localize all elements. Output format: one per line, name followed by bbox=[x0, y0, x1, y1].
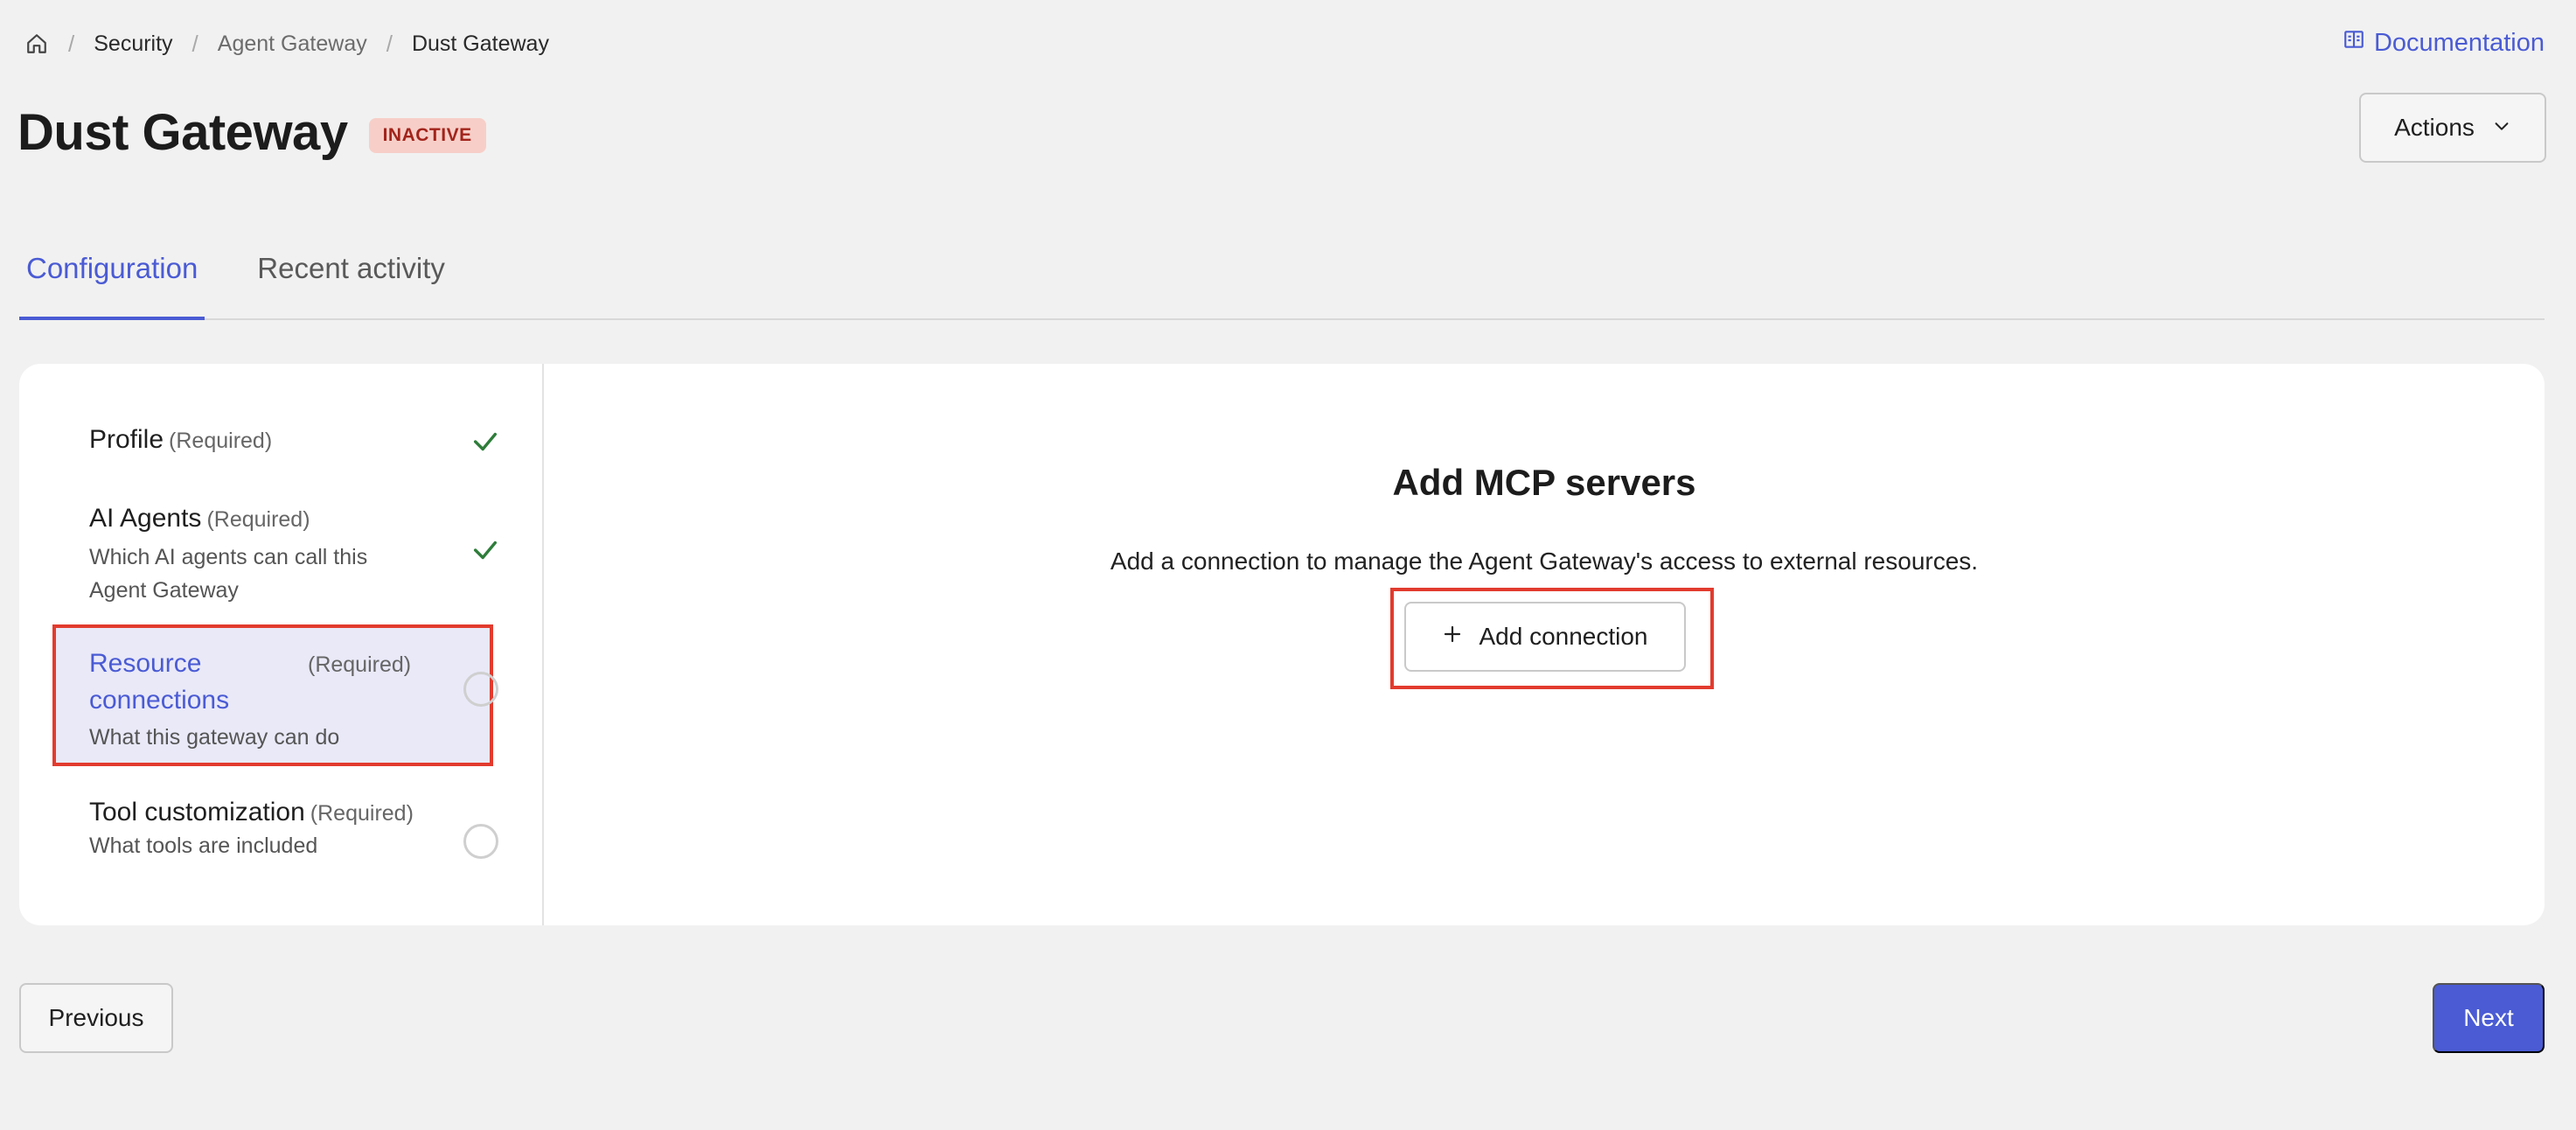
actions-label: Actions bbox=[2394, 114, 2475, 141]
checkmark-icon bbox=[470, 535, 500, 565]
section-description: Add a connection to manage the Agent Gat… bbox=[1110, 548, 1979, 575]
step-tool-customization[interactable]: Tool customization (Required) What tools … bbox=[89, 798, 500, 862]
step-required: (Required) bbox=[169, 429, 273, 453]
previous-button[interactable]: Previous bbox=[19, 983, 173, 1053]
checkmark-icon bbox=[470, 427, 500, 457]
plus-icon bbox=[1442, 623, 1463, 651]
step-resource-connections[interactable]: Resource connections (Required) What thi… bbox=[89, 645, 500, 754]
step-name: Tool customization bbox=[89, 798, 305, 827]
step-required: (Required) bbox=[206, 507, 310, 532]
actions-button[interactable]: Actions bbox=[2359, 93, 2546, 163]
breadcrumb-agent-gateway[interactable]: Agent Gateway bbox=[218, 31, 367, 57]
step-required: (Required) bbox=[310, 801, 414, 826]
add-connection-label: Add connection bbox=[1479, 623, 1648, 650]
step-name: AI Agents bbox=[89, 504, 202, 533]
tab-configuration[interactable]: Configuration bbox=[19, 233, 205, 320]
home-icon[interactable] bbox=[24, 31, 49, 56]
step-description: What this gateway can do bbox=[89, 725, 340, 750]
title-row: Dust Gateway INACTIVE bbox=[17, 103, 486, 162]
step-ai-agents[interactable]: AI Agents (Required) Which AI agents can … bbox=[89, 504, 500, 607]
page-title: Dust Gateway bbox=[17, 104, 348, 161]
add-connection-button[interactable]: Add connection bbox=[1404, 602, 1686, 672]
steps-sidebar: Profile (Required) AI Agents (Required) Wh… bbox=[19, 364, 544, 925]
chevron-down-icon bbox=[2492, 114, 2511, 142]
documentation-link[interactable]: Documentation bbox=[2343, 28, 2545, 58]
next-button[interactable]: Next bbox=[2433, 983, 2545, 1053]
breadcrumb-current: Dust Gateway bbox=[411, 31, 549, 56]
breadcrumb-separator: / bbox=[68, 30, 75, 57]
section-title: Add MCP servers bbox=[1392, 462, 1696, 503]
breadcrumb-security[interactable]: Security bbox=[94, 31, 172, 57]
step-name: Resource connections bbox=[89, 649, 230, 715]
configuration-card: Profile (Required) AI Agents (Required) Wh… bbox=[19, 364, 2545, 925]
breadcrumb: / Security / Agent Gateway / Dust Gatewa… bbox=[24, 26, 549, 61]
step-name: Profile bbox=[89, 425, 164, 454]
step-description: Which AI agents can call this Agent Gate… bbox=[89, 545, 368, 603]
step-required: (Required) bbox=[308, 652, 412, 677]
documentation-label: Documentation bbox=[2373, 28, 2545, 57]
status-badge: INACTIVE bbox=[368, 117, 486, 153]
incomplete-circle-icon bbox=[463, 672, 498, 707]
step-profile[interactable]: Profile (Required) bbox=[89, 425, 500, 455]
tab-bar: Configuration Recent activity bbox=[19, 233, 2545, 320]
tab-recent-activity[interactable]: Recent activity bbox=[250, 233, 452, 320]
breadcrumb-separator: / bbox=[386, 30, 393, 57]
step-description: What tools are included bbox=[89, 834, 318, 858]
book-icon bbox=[2343, 28, 2365, 58]
incomplete-circle-icon bbox=[463, 824, 498, 859]
breadcrumb-separator: / bbox=[191, 30, 198, 57]
